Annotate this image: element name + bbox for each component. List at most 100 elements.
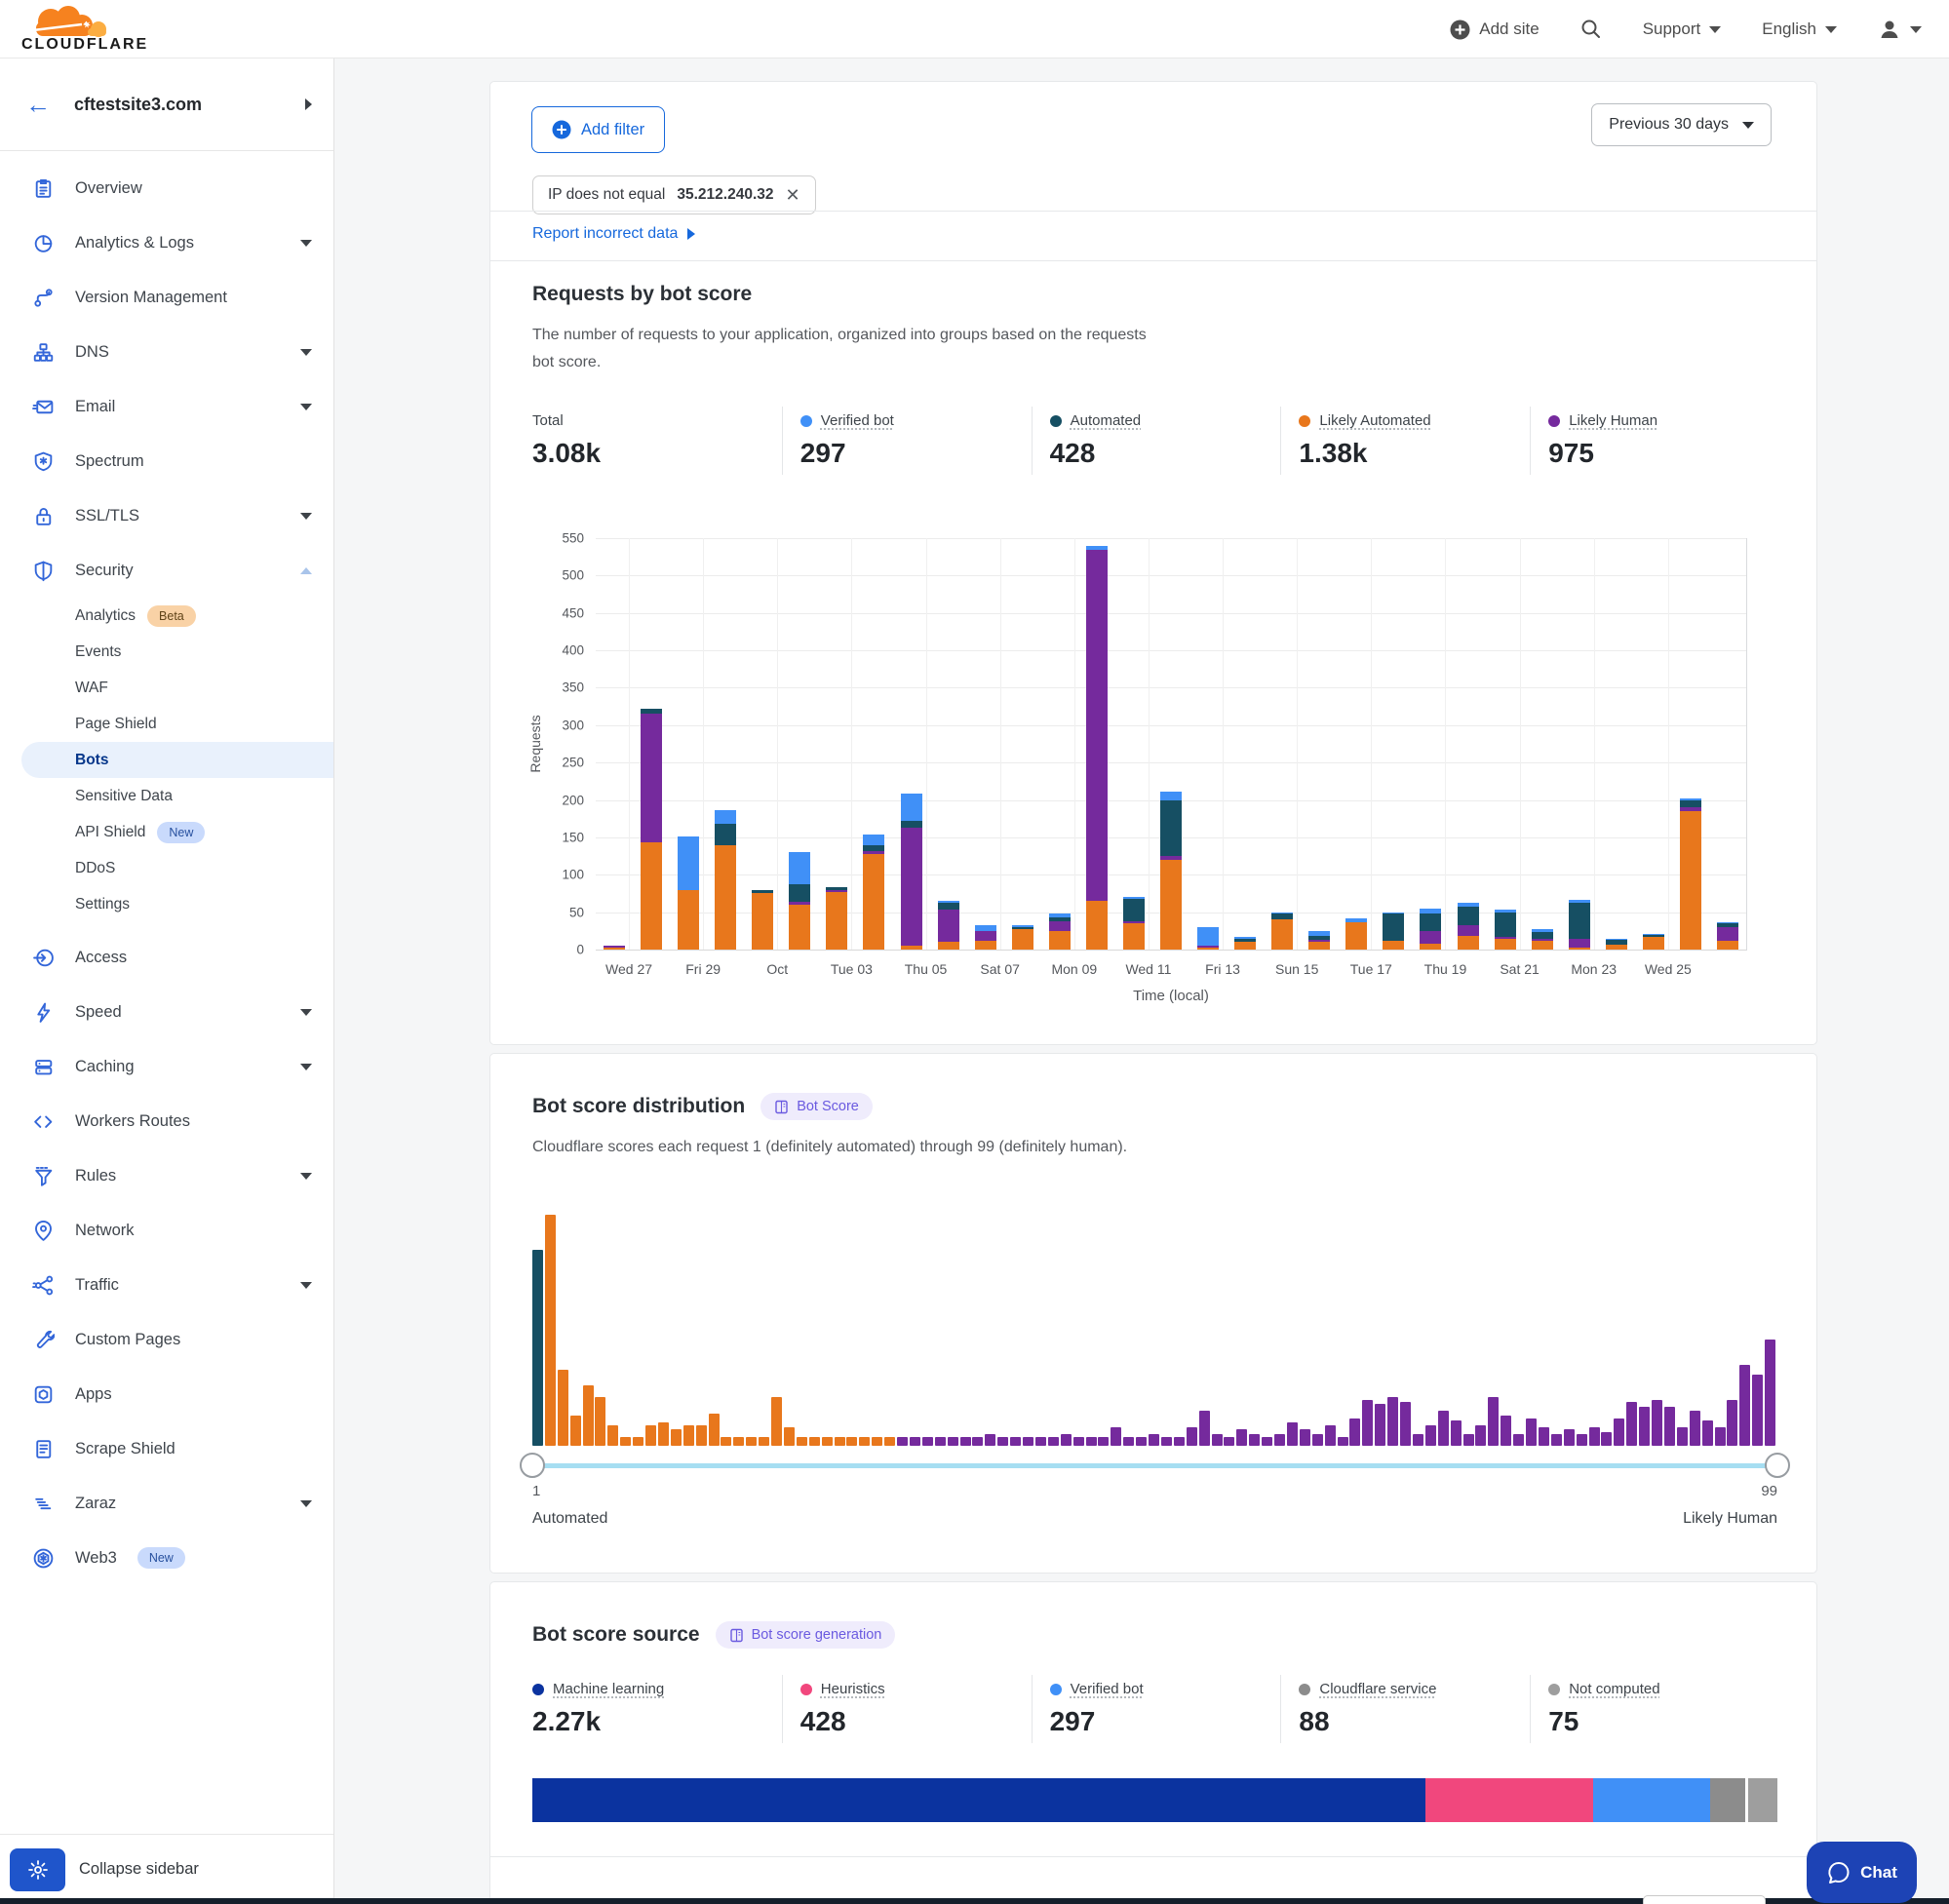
sidebar-item-dns[interactable]: DNS bbox=[0, 325, 333, 379]
chart-bar bbox=[938, 901, 959, 950]
stat-label[interactable]: Machine learning bbox=[553, 1681, 664, 1697]
sidebar-item-analytics-logs[interactable]: Analytics & Logs bbox=[0, 215, 333, 270]
sidebar-item-security[interactable]: Security bbox=[0, 543, 333, 598]
histogram-bar bbox=[696, 1425, 707, 1446]
sidebar-item-ddos[interactable]: DDoS bbox=[0, 850, 333, 886]
histogram-bar bbox=[583, 1385, 594, 1446]
y-tick-label: 50 bbox=[569, 905, 584, 919]
sidebar-item-workers-routes[interactable]: Workers Routes bbox=[0, 1094, 333, 1148]
slider-handle-min[interactable] bbox=[520, 1453, 545, 1478]
divider bbox=[490, 1856, 1816, 1857]
bar-segment-automated bbox=[1160, 800, 1182, 857]
stat-label[interactable]: Likely Automated bbox=[1319, 412, 1430, 429]
sidebar-item-version-management[interactable]: Version Management bbox=[0, 270, 333, 325]
support-menu[interactable]: Support bbox=[1643, 19, 1722, 39]
y-tick-label: 500 bbox=[562, 568, 584, 583]
date-range-dropdown[interactable]: Previous 30 days bbox=[1591, 103, 1772, 146]
y-tick-label: 100 bbox=[562, 868, 584, 882]
sidebar-item-access[interactable]: Access bbox=[0, 930, 333, 985]
sidebar-item-web3[interactable]: Web3New bbox=[0, 1531, 333, 1585]
gridline bbox=[851, 538, 852, 950]
stat-label[interactable]: Automated bbox=[1071, 412, 1142, 429]
chart-bar bbox=[863, 835, 884, 950]
chart-bar bbox=[1420, 909, 1441, 950]
bar-segment-likely-automated bbox=[641, 842, 662, 950]
x-tick-label: Tue 17 bbox=[1350, 961, 1392, 977]
search-button[interactable] bbox=[1580, 19, 1602, 40]
sidebar-item-speed[interactable]: Speed bbox=[0, 985, 333, 1039]
stat-label[interactable]: Not computed bbox=[1569, 1681, 1659, 1697]
chevron-right-icon[interactable] bbox=[305, 98, 312, 110]
x-tick-label: Sat 21 bbox=[1500, 961, 1539, 977]
histogram-bar bbox=[1765, 1340, 1775, 1446]
cloudflare-logo[interactable]: CLOUDFLARE bbox=[21, 4, 168, 57]
back-arrow-icon[interactable]: ← bbox=[25, 92, 51, 117]
sidebar-item-page-shield[interactable]: Page Shield bbox=[0, 706, 333, 742]
bot-score-badge[interactable]: Bot Score bbox=[760, 1093, 873, 1120]
histogram-bar bbox=[1161, 1437, 1172, 1446]
histogram-bar bbox=[809, 1437, 820, 1446]
sidebar-item-overview[interactable]: Overview bbox=[0, 161, 333, 215]
sidebar-item-rules[interactable]: Rules bbox=[0, 1148, 333, 1203]
sidebar-item-api-shield[interactable]: API ShieldNew bbox=[0, 814, 333, 850]
bar-segment-verified-bot bbox=[678, 836, 699, 890]
sidebar-item-bots[interactable]: Bots bbox=[21, 742, 333, 778]
bar-segment-likely-human bbox=[938, 910, 959, 942]
sidebar-item-sensitive-data[interactable]: Sensitive Data bbox=[0, 778, 333, 814]
stat-total: Total3.08k bbox=[532, 407, 782, 475]
sidebar-item-settings[interactable]: Settings bbox=[0, 886, 333, 922]
sidebar-item-traffic[interactable]: Traffic bbox=[0, 1258, 333, 1312]
bar-segment-likely-human bbox=[1569, 939, 1590, 948]
score-range-slider[interactable] bbox=[532, 1463, 1777, 1468]
sidebar-item-custom-pages[interactable]: Custom Pages bbox=[0, 1312, 333, 1367]
stat-value: 88 bbox=[1299, 1706, 1530, 1737]
legend-dot bbox=[800, 1684, 812, 1695]
gridline bbox=[1445, 538, 1446, 950]
plus-circle-icon bbox=[552, 120, 571, 139]
sidebar-item-scrape-shield[interactable]: Scrape Shield bbox=[0, 1421, 333, 1476]
y-tick-label: 200 bbox=[562, 793, 584, 807]
add-site-button[interactable]: Add site bbox=[1450, 19, 1539, 40]
collapse-sidebar-button[interactable]: Collapse sidebar bbox=[79, 1860, 199, 1879]
chart-bar bbox=[1308, 931, 1330, 950]
bar-segment-automated bbox=[1383, 913, 1404, 941]
chart-bar bbox=[1680, 798, 1701, 950]
sidebar-item-apps[interactable]: Apps bbox=[0, 1367, 333, 1421]
sidebar-item-email[interactable]: Email bbox=[0, 379, 333, 434]
sidebar-item-zaraz[interactable]: Zaraz bbox=[0, 1476, 333, 1531]
sidebar-item-ssl-tls[interactable]: SSL/TLS bbox=[0, 488, 333, 543]
chart-bar bbox=[901, 794, 922, 950]
gridline bbox=[596, 650, 1746, 651]
sidebar-item-network[interactable]: Network bbox=[0, 1203, 333, 1258]
language-menu[interactable]: English bbox=[1762, 19, 1837, 39]
histogram-bar bbox=[1526, 1418, 1537, 1446]
bar-segment-likely-automated bbox=[1532, 941, 1553, 950]
stat-label[interactable]: Verified bot bbox=[821, 412, 894, 429]
close-icon[interactable]: ✕ bbox=[786, 186, 800, 204]
source-stats-row: Machine learning2.27kHeuristics428Verifi… bbox=[532, 1675, 1779, 1743]
legend-dot bbox=[1299, 1684, 1310, 1695]
sidebar-footer: Collapse sidebar bbox=[0, 1834, 333, 1904]
bot-score-generation-badge[interactable]: Bot score generation bbox=[716, 1621, 896, 1649]
sidebar-item-analytics[interactable]: AnalyticsBeta bbox=[0, 598, 333, 634]
sidebar-item-label: Custom Pages bbox=[75, 1331, 180, 1349]
slider-handle-max[interactable] bbox=[1765, 1453, 1790, 1478]
filter-chip[interactable]: IP does not equal 35.212.240.32 ✕ bbox=[532, 175, 816, 214]
stat-label[interactable]: Heuristics bbox=[821, 1681, 885, 1697]
chat-button[interactable]: Chat bbox=[1807, 1842, 1917, 1903]
x-tick-label: Thu 19 bbox=[1424, 961, 1467, 977]
sidebar-item-events[interactable]: Events bbox=[0, 634, 333, 670]
account-menu[interactable] bbox=[1878, 18, 1922, 41]
report-incorrect-data-link[interactable]: Report incorrect data bbox=[532, 225, 695, 243]
add-filter-button[interactable]: Add filter bbox=[532, 107, 664, 152]
sidebar-item-spectrum[interactable]: Spectrum bbox=[0, 434, 333, 488]
settings-button[interactable] bbox=[10, 1848, 65, 1891]
stat-label[interactable]: Likely Human bbox=[1569, 412, 1657, 429]
x-tick-label: Mon 09 bbox=[1051, 961, 1097, 977]
workers-icon bbox=[32, 1110, 55, 1133]
stat-label[interactable]: Verified bot bbox=[1071, 1681, 1144, 1697]
stat-value: 1.38k bbox=[1299, 438, 1530, 469]
sidebar-item-waf[interactable]: WAF bbox=[0, 670, 333, 706]
stat-label[interactable]: Cloudflare service bbox=[1319, 1681, 1436, 1697]
sidebar-item-caching[interactable]: Caching bbox=[0, 1039, 333, 1094]
